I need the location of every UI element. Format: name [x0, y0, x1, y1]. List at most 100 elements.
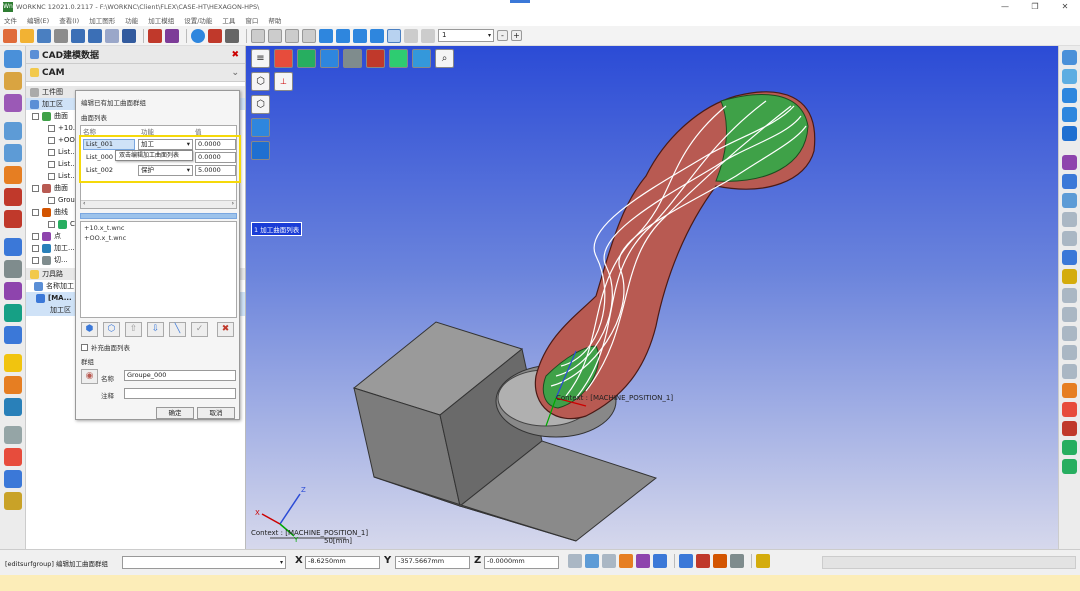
x-field[interactable]: -8.6250mm: [305, 556, 380, 569]
snap-9-icon[interactable]: [730, 554, 744, 568]
toolpath-5-icon[interactable]: [4, 326, 22, 344]
right-tool-7-icon[interactable]: [1062, 174, 1077, 189]
rotate-y-icon[interactable]: [353, 28, 367, 43]
machine-icon[interactable]: [4, 426, 22, 444]
close-icon[interactable]: ✖: [231, 50, 239, 60]
restore-icon[interactable]: ❐: [1020, 0, 1050, 13]
snap-7-icon[interactable]: [696, 554, 710, 568]
tool-icon[interactable]: [4, 72, 22, 90]
zoom-fit-icon[interactable]: [285, 28, 299, 43]
add-surface-button[interactable]: ⬢: [81, 322, 98, 337]
machine-4-icon[interactable]: [4, 492, 22, 510]
pan-icon[interactable]: [302, 28, 316, 43]
splitter[interactable]: [80, 213, 237, 219]
menu-module[interactable]: 加工模组: [148, 15, 174, 25]
right-tool-5-icon[interactable]: [1062, 126, 1077, 141]
right-tool-2-icon[interactable]: [1062, 69, 1077, 84]
undo-icon[interactable]: [71, 28, 85, 43]
menu-tools[interactable]: 工具: [222, 15, 235, 25]
note-input[interactable]: [124, 388, 236, 399]
move-up-button[interactable]: ⇧: [125, 322, 142, 337]
toolpath-4-icon[interactable]: [4, 304, 22, 322]
model-icon[interactable]: [4, 122, 22, 140]
new-icon[interactable]: [3, 28, 17, 43]
right-tool-10-icon[interactable]: [1062, 231, 1077, 246]
view-left-icon[interactable]: [366, 49, 385, 68]
save-icon[interactable]: [37, 28, 51, 43]
menu-geometry[interactable]: 加工图形: [89, 15, 115, 25]
right-tool-21-icon[interactable]: [1062, 440, 1077, 455]
open-icon[interactable]: [20, 28, 34, 43]
right-tool-15-icon[interactable]: [1062, 326, 1077, 341]
zoom-view-icon[interactable]: ⌕: [435, 49, 454, 68]
zoom-icon[interactable]: [268, 28, 282, 43]
menu-edit[interactable]: 编辑(E): [27, 15, 49, 25]
right-tool-11-icon[interactable]: [1062, 250, 1077, 265]
menu-view[interactable]: 查看(I): [59, 15, 79, 25]
camera-icon[interactable]: [225, 28, 239, 43]
layer-select[interactable]: 1 ▾: [438, 29, 494, 42]
right-tool-20-icon[interactable]: [1062, 421, 1077, 436]
right-tool-16-icon[interactable]: [1062, 345, 1077, 360]
3d-viewport[interactable]: Context : [MACHINE_POSITION_1] Context :…: [246, 46, 1058, 549]
menu-function[interactable]: 功能: [125, 15, 138, 25]
rotate-icon[interactable]: [319, 28, 333, 43]
model-3-icon[interactable]: [4, 166, 22, 184]
axes-icon[interactable]: ⊥: [274, 72, 293, 91]
close-icon[interactable]: ✕: [1050, 0, 1080, 13]
menu-icon[interactable]: ≡: [251, 49, 270, 68]
delete-button[interactable]: ✖: [217, 322, 234, 337]
cad-header[interactable]: CAD建模数据 ✖: [26, 46, 245, 64]
right-tool-1-icon[interactable]: [1062, 50, 1077, 65]
file-item-2[interactable]: +OO.x_t.wnc: [84, 234, 126, 242]
right-tool-13-icon[interactable]: [1062, 288, 1077, 303]
snap-6-icon[interactable]: [679, 554, 693, 568]
shaded-icon[interactable]: [251, 118, 270, 137]
snap-5-icon[interactable]: [653, 554, 667, 568]
right-tool-4-icon[interactable]: [1062, 107, 1077, 122]
right-tool-18-icon[interactable]: [1062, 383, 1077, 398]
surface-tool-icon[interactable]: [4, 50, 22, 68]
ok-button[interactable]: 确定: [156, 407, 194, 419]
triad-icon[interactable]: [148, 28, 162, 43]
extra-list-checkbox[interactable]: 补充曲面列表: [81, 342, 130, 352]
right-tool-8-icon[interactable]: [1062, 193, 1077, 208]
scroll-left-icon[interactable]: ‹: [83, 200, 85, 207]
snap-8-icon[interactable]: [713, 554, 727, 568]
minimize-icon[interactable]: —: [990, 0, 1020, 13]
view-top-icon[interactable]: [320, 49, 339, 68]
view-front-icon[interactable]: [274, 49, 293, 68]
snap-pointer-icon[interactable]: [568, 554, 582, 568]
right-tool-12-icon[interactable]: [1062, 269, 1077, 284]
y-field[interactable]: -357.5667mm: [395, 556, 470, 569]
right-tool-22-icon[interactable]: [1062, 459, 1077, 474]
menu-settings[interactable]: 设置/功能: [184, 15, 212, 25]
simulate-2-icon[interactable]: [4, 376, 22, 394]
right-tool-3-icon[interactable]: [1062, 88, 1077, 103]
redo-icon[interactable]: [88, 28, 102, 43]
pick-button[interactable]: ╲: [169, 322, 186, 337]
snap-10-icon[interactable]: [756, 554, 770, 568]
box-icon[interactable]: ⬡: [251, 95, 270, 114]
select-icon[interactable]: [387, 28, 401, 43]
group-name-input[interactable]: Groupe_000: [124, 370, 236, 381]
snap-2-icon[interactable]: [602, 554, 616, 568]
view-back-icon[interactable]: [297, 49, 316, 68]
view-right-icon[interactable]: [389, 49, 408, 68]
rotate-x-icon[interactable]: [336, 28, 350, 43]
print-icon[interactable]: [54, 28, 68, 43]
machine-3-icon[interactable]: [4, 470, 22, 488]
view-iso-icon[interactable]: [412, 49, 431, 68]
shaded-edges-icon[interactable]: [251, 141, 270, 160]
check-button[interactable]: ✓: [191, 322, 208, 337]
z-field[interactable]: -0.0000mm: [484, 556, 559, 569]
layer-minus-button[interactable]: -: [497, 30, 508, 41]
paint-icon[interactable]: [4, 94, 22, 112]
view-bottom-icon[interactable]: [343, 49, 362, 68]
right-tool-19-icon[interactable]: [1062, 402, 1077, 417]
cancel-button[interactable]: 取消: [197, 407, 235, 419]
group-icon[interactable]: ◉: [81, 369, 98, 384]
grid-icon[interactable]: [105, 28, 119, 43]
menu-help[interactable]: 帮助: [268, 15, 281, 25]
file-item-1[interactable]: +10.x_t.wnc: [84, 224, 125, 232]
